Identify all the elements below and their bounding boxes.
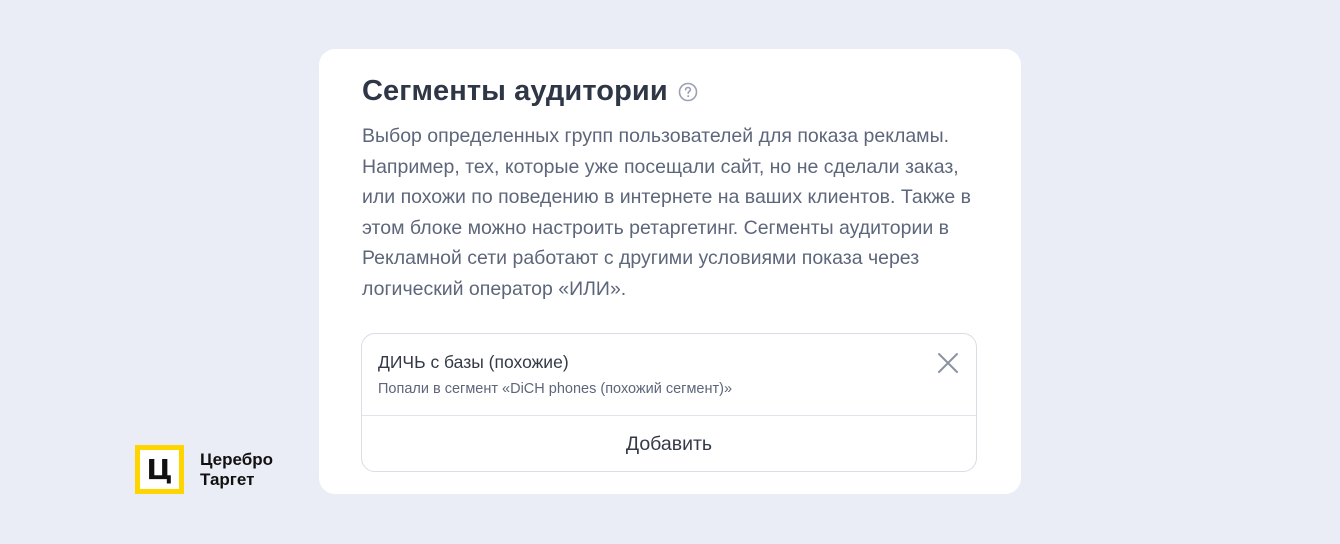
segment-item: ДИЧЬ с базы (похожие) Попали в сегмент «…	[362, 334, 976, 416]
segment-name: ДИЧЬ с базы (похожие)	[378, 352, 569, 372]
card-description: Выбор определенных групп пользователей д…	[362, 125, 971, 300]
brand-name-line2: Таргет	[200, 469, 255, 489]
close-icon	[938, 353, 958, 373]
audience-segments-card: Сегменты аудитории Выбор определенных гр…	[319, 49, 1021, 494]
card-title: Сегменты аудитории	[362, 75, 668, 107]
brand-logo-block: Ц Церебро Таргет	[135, 445, 273, 494]
brand-name: Церебро Таргет	[200, 450, 273, 490]
remove-segment-button[interactable]	[936, 351, 960, 375]
brand-name-line1: Церебро	[200, 449, 273, 469]
brand-logo: Ц	[135, 445, 184, 494]
brand-logo-letter: Ц	[146, 452, 173, 486]
segment-subtitle: Попали в сегмент «DiCH phones (похожий с…	[378, 381, 733, 397]
segments-list: ДИЧЬ с базы (похожие) Попали в сегмент «…	[361, 333, 977, 472]
title-row: Сегменты аудитории	[362, 75, 698, 108]
question-circle-icon[interactable]	[678, 82, 698, 102]
add-segment-button[interactable]: Добавить	[362, 416, 976, 471]
